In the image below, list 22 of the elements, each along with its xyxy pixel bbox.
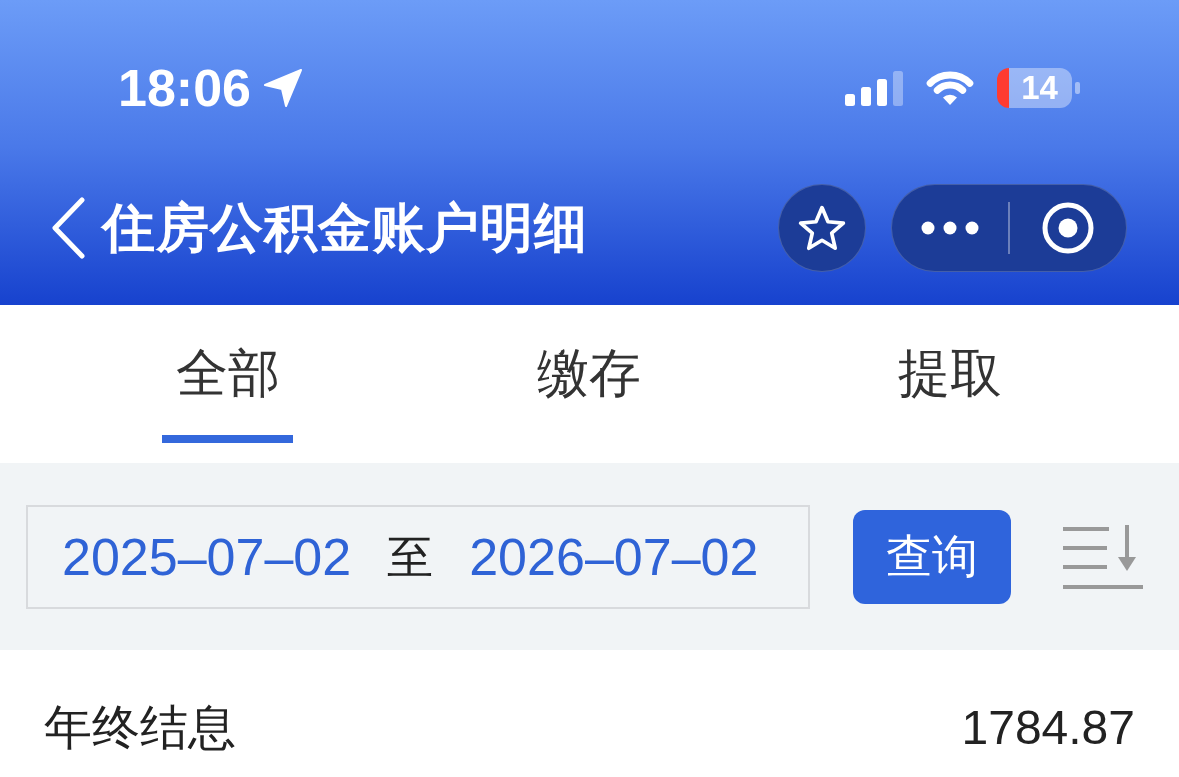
sort-icon[interactable] bbox=[1063, 522, 1143, 591]
end-date-text[interactable]: 2026–07–02 bbox=[469, 526, 759, 587]
target-circle-icon bbox=[1042, 201, 1094, 254]
tab[interactable]: 缴存 bbox=[523, 342, 654, 443]
page-title: 住房公积金账户明细 bbox=[102, 196, 588, 259]
query-button[interactable]: 查询 bbox=[853, 509, 1011, 604]
chevron-left-icon bbox=[50, 196, 86, 259]
cellular-signal-icon bbox=[845, 70, 905, 106]
battery-tip-icon bbox=[1075, 82, 1080, 94]
record-amount: 1784.87 bbox=[961, 700, 1135, 756]
more-dots-icon bbox=[921, 220, 979, 235]
star-icon bbox=[798, 204, 846, 251]
record-title: 年终结息 bbox=[44, 700, 236, 756]
tab[interactable]: 全部 bbox=[162, 342, 293, 443]
location-arrow-icon bbox=[263, 68, 303, 108]
back-button[interactable] bbox=[50, 196, 86, 259]
status-time: 18:06 bbox=[118, 58, 251, 118]
start-date-text[interactable]: 2025–07–02 bbox=[62, 526, 352, 587]
battery-indicator: 14 bbox=[997, 68, 1072, 108]
range-separator-text: 至 bbox=[387, 529, 434, 585]
tab[interactable]: 提取 bbox=[884, 342, 1015, 443]
wifi-icon bbox=[925, 69, 975, 107]
